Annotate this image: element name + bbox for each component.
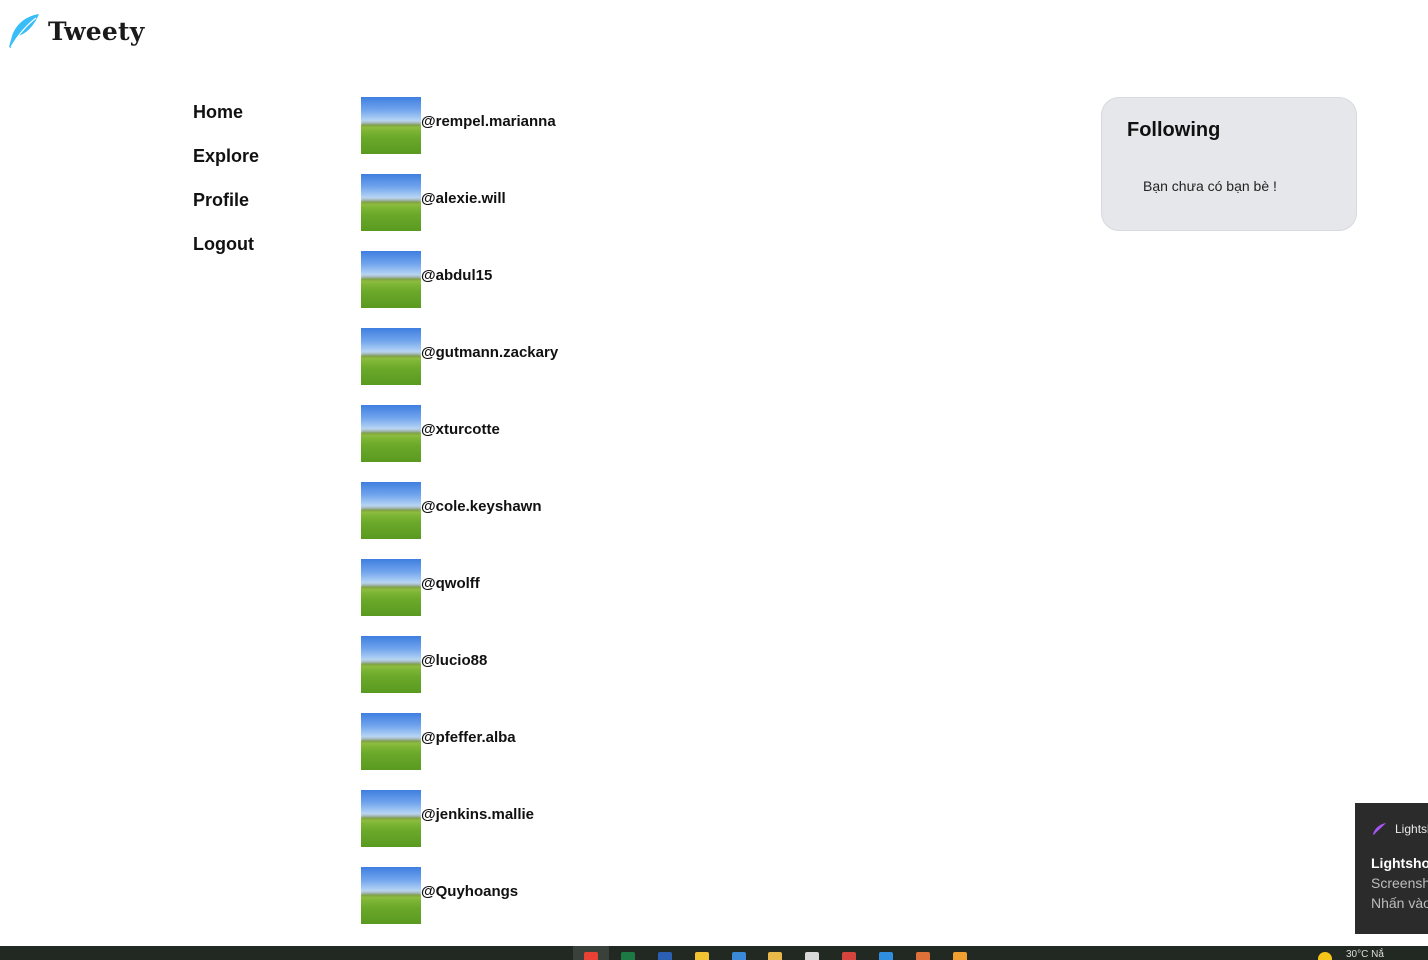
user-handle[interactable]: @qwolff bbox=[421, 575, 480, 592]
weather-text[interactable]: 30°C Nắ bbox=[1346, 949, 1384, 960]
weather-icon[interactable] bbox=[1318, 952, 1332, 960]
user-list-item[interactable]: @alexie.will bbox=[361, 174, 558, 251]
avatar[interactable] bbox=[361, 328, 421, 385]
toast-title: Lightshot bbox=[1371, 855, 1428, 871]
avatar[interactable] bbox=[361, 867, 421, 924]
folder-icon[interactable] bbox=[695, 952, 709, 960]
user-list-item[interactable]: @cole.keyshawn bbox=[361, 482, 558, 559]
vscode-icon[interactable] bbox=[879, 952, 893, 960]
avatar[interactable] bbox=[361, 482, 421, 539]
user-list-item[interactable]: @jenkins.mallie bbox=[361, 790, 558, 867]
feather-icon bbox=[9, 14, 39, 48]
app-icon[interactable] bbox=[953, 952, 967, 960]
user-handle[interactable]: @lucio88 bbox=[421, 652, 487, 669]
avatar[interactable] bbox=[361, 636, 421, 693]
taskbar: 30°C Nắ bbox=[0, 946, 1428, 960]
app-icon[interactable] bbox=[805, 952, 819, 960]
toast-body-line: Screenshot bbox=[1371, 875, 1428, 891]
following-empty-message: Bạn chưa có bạn bè ! bbox=[1143, 178, 1277, 194]
user-list-item[interactable]: @pfeffer.alba bbox=[361, 713, 558, 790]
avatar[interactable] bbox=[361, 790, 421, 847]
nav-logout[interactable]: Logout bbox=[193, 230, 259, 274]
user-handle[interactable]: @Quyhoangs bbox=[421, 883, 518, 900]
avatar[interactable] bbox=[361, 174, 421, 231]
user-list-item[interactable]: @lucio88 bbox=[361, 636, 558, 713]
user-handle[interactable]: @jenkins.mallie bbox=[421, 806, 534, 823]
toast-body-line: Nhấn vào bbox=[1371, 895, 1428, 911]
user-handle[interactable]: @gutmann.zackary bbox=[421, 344, 558, 361]
app-icon[interactable] bbox=[732, 952, 746, 960]
app-icon[interactable] bbox=[916, 952, 930, 960]
user-handle[interactable]: @alexie.will bbox=[421, 190, 506, 207]
user-list-item[interactable]: @xturcotte bbox=[361, 405, 558, 482]
chrome-icon[interactable] bbox=[584, 952, 598, 960]
user-list-item[interactable]: @Quyhoangs bbox=[361, 867, 558, 944]
app-title: Tweety bbox=[48, 16, 145, 46]
user-list-item[interactable]: @qwolff bbox=[361, 559, 558, 636]
user-handle[interactable]: @rempel.marianna bbox=[421, 113, 556, 130]
toast-app-header: Lightshot bbox=[1371, 822, 1428, 836]
user-handle[interactable]: @abdul15 bbox=[421, 267, 492, 284]
word-icon[interactable] bbox=[658, 952, 672, 960]
nav-home[interactable]: Home bbox=[193, 98, 259, 142]
avatar[interactable] bbox=[361, 97, 421, 154]
avatar[interactable] bbox=[361, 405, 421, 462]
avatar[interactable] bbox=[361, 713, 421, 770]
toast-app-name: Lightshot bbox=[1395, 822, 1428, 836]
avatar[interactable] bbox=[361, 559, 421, 616]
app-icon[interactable] bbox=[768, 952, 782, 960]
user-handle[interactable]: @pfeffer.alba bbox=[421, 729, 516, 746]
feather-icon bbox=[1373, 823, 1386, 835]
user-handle[interactable]: @cole.keyshawn bbox=[421, 498, 542, 515]
main-nav: Home Explore Profile Logout bbox=[193, 98, 259, 274]
avatar[interactable] bbox=[361, 251, 421, 308]
nav-explore[interactable]: Explore bbox=[193, 142, 259, 186]
following-title: Following bbox=[1127, 119, 1221, 141]
user-list-item[interactable]: @gutmann.zackary bbox=[361, 328, 558, 405]
user-handle[interactable]: @xturcotte bbox=[421, 421, 500, 438]
user-list-item[interactable]: @abdul15 bbox=[361, 251, 558, 328]
excel-icon[interactable] bbox=[621, 952, 635, 960]
logo[interactable]: Tweety bbox=[6, 12, 144, 50]
nav-profile[interactable]: Profile bbox=[193, 186, 259, 230]
user-list-item[interactable]: @rempel.marianna bbox=[361, 97, 558, 174]
notification-toast[interactable]: Lightshot Lightshot Screenshot Nhấn vào bbox=[1355, 803, 1428, 934]
following-panel: Following Bạn chưa có bạn bè ! bbox=[1101, 97, 1357, 231]
user-list: @rempel.marianna @alexie.will @abdul15 @… bbox=[361, 97, 558, 944]
app-icon[interactable] bbox=[842, 952, 856, 960]
app-window: Tweety Home Explore Profile Logout @remp… bbox=[0, 0, 1428, 960]
